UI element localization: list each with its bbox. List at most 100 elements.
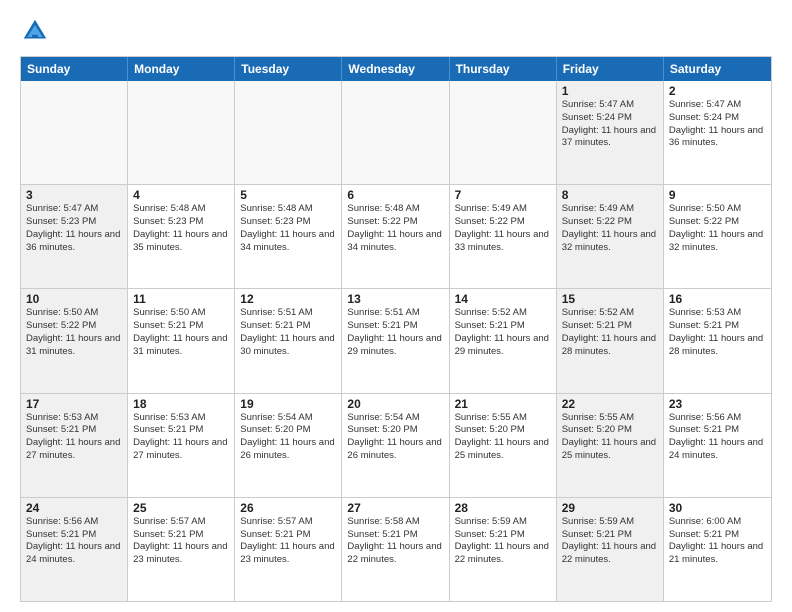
day-number: 30 <box>669 501 766 515</box>
day-number: 27 <box>347 501 443 515</box>
logo-icon <box>20 16 50 46</box>
calendar-cell: 15Sunrise: 5:52 AMSunset: 5:21 PMDayligh… <box>557 289 664 392</box>
calendar-cell: 6Sunrise: 5:48 AMSunset: 5:22 PMDaylight… <box>342 185 449 288</box>
weekday-header-wednesday: Wednesday <box>342 57 449 81</box>
calendar-week-4: 17 Sunrise: 5:53 AMSunset: 5:21 PMDayligh… <box>21 393 771 497</box>
day-number: 26 <box>240 501 336 515</box>
day-info: Sunrise: 5:56 AMSunset: 5:21 PMDaylight:… <box>26 516 122 567</box>
day-info: Sunrise: 5:48 AMSunset: 5:22 PMDaylight:… <box>347 203 443 254</box>
day-number: 22 <box>562 397 658 411</box>
calendar-cell: 13Sunrise: 5:51 AMSunset: 5:21 PMDayligh… <box>342 289 449 392</box>
day-info: Sunrise: 5:49 AMSunset: 5:22 PMDaylight:… <box>455 203 551 254</box>
day-info: Sunrise: 5:57 AMSunset: 5:21 PMDaylight:… <box>133 516 229 567</box>
calendar-cell: 23Sunrise: 5:56 AMSunset: 5:21 PMDayligh… <box>664 394 771 497</box>
calendar-cell: 28Sunrise: 5:59 AMSunset: 5:21 PMDayligh… <box>450 498 557 601</box>
calendar-cell: 2Sunrise: 5:47 AMSunset: 5:24 PMDaylight… <box>664 81 771 184</box>
calendar-cell: 17Sunrise: 5:53 AMSunset: 5:21 PMDayligh… <box>21 394 128 497</box>
calendar-cell: 14Sunrise: 5:52 AMSunset: 5:21 PMDayligh… <box>450 289 557 392</box>
day-number: 11 <box>133 292 229 306</box>
day-number: 13 <box>347 292 443 306</box>
weekday-header-saturday: Saturday <box>664 57 771 81</box>
day-number: 9 <box>669 188 766 202</box>
calendar-cell: 7Sunrise: 5:49 AMSunset: 5:22 PMDaylight… <box>450 185 557 288</box>
calendar-cell: 1Sunrise: 5:47 AMSunset: 5:24 PMDaylight… <box>557 81 664 184</box>
weekday-header-sunday: Sunday <box>21 57 128 81</box>
day-info: Sunrise: 5:56 AMSunset: 5:21 PMDaylight:… <box>669 412 766 463</box>
calendar-week-3: 10Sunrise: 5:50 AMSunset: 5:22 PMDayligh… <box>21 288 771 392</box>
day-info: Sunrise: 5:55 AMSunset: 5:20 PMDaylight:… <box>455 412 551 463</box>
day-number: 4 <box>133 188 229 202</box>
page: SundayMondayTuesdayWednesdayThursdayFrid… <box>0 0 792 612</box>
calendar-cell <box>342 81 449 184</box>
day-info: Sunrise: 5:59 AMSunset: 5:21 PMDaylight:… <box>455 516 551 567</box>
calendar-week-5: 24Sunrise: 5:56 AMSunset: 5:21 PMDayligh… <box>21 497 771 601</box>
day-info: Sunrise: 5:50 AMSunset: 5:22 PMDaylight:… <box>669 203 766 254</box>
calendar-cell <box>235 81 342 184</box>
calendar-cell: 21Sunrise: 5:55 AMSunset: 5:20 PMDayligh… <box>450 394 557 497</box>
day-number: 14 <box>455 292 551 306</box>
calendar-cell: 22Sunrise: 5:55 AMSunset: 5:20 PMDayligh… <box>557 394 664 497</box>
logo <box>20 16 54 46</box>
calendar-cell: 30Sunrise: 6:00 AMSunset: 5:21 PMDayligh… <box>664 498 771 601</box>
calendar-cell: 12Sunrise: 5:51 AMSunset: 5:21 PMDayligh… <box>235 289 342 392</box>
day-info: Sunrise: 5:55 AMSunset: 5:20 PMDaylight:… <box>562 412 658 463</box>
day-info: Sunrise: 5:49 AMSunset: 5:22 PMDaylight:… <box>562 203 658 254</box>
day-number: 5 <box>240 188 336 202</box>
calendar-cell <box>128 81 235 184</box>
calendar-cell <box>450 81 557 184</box>
calendar-cell: 3Sunrise: 5:47 AMSunset: 5:23 PMDaylight… <box>21 185 128 288</box>
day-number: 28 <box>455 501 551 515</box>
day-number: 23 <box>669 397 766 411</box>
weekday-header-friday: Friday <box>557 57 664 81</box>
day-number: 10 <box>26 292 122 306</box>
day-info: Sunrise: 5:53 AMSunset: 5:21 PMDaylight:… <box>669 307 766 358</box>
day-number: 1 <box>562 84 658 98</box>
calendar-cell: 9Sunrise: 5:50 AMSunset: 5:22 PMDaylight… <box>664 185 771 288</box>
day-info: Sunrise: 5:47 AMSunset: 5:23 PMDaylight:… <box>26 203 122 254</box>
day-info: Sunrise: 5:54 AMSunset: 5:20 PMDaylight:… <box>347 412 443 463</box>
day-number: 17 <box>26 397 122 411</box>
calendar-cell <box>21 81 128 184</box>
calendar-week-1: 1Sunrise: 5:47 AMSunset: 5:24 PMDaylight… <box>21 81 771 184</box>
calendar-cell: 26Sunrise: 5:57 AMSunset: 5:21 PMDayligh… <box>235 498 342 601</box>
calendar-cell: 4Sunrise: 5:48 AMSunset: 5:23 PMDaylight… <box>128 185 235 288</box>
calendar-cell: 11Sunrise: 5:50 AMSunset: 5:21 PMDayligh… <box>128 289 235 392</box>
day-info: Sunrise: 6:00 AMSunset: 5:21 PMDaylight:… <box>669 516 766 567</box>
day-info: Sunrise: 5:47 AMSunset: 5:24 PMDaylight:… <box>669 99 766 150</box>
day-number: 6 <box>347 188 443 202</box>
weekday-header-thursday: Thursday <box>450 57 557 81</box>
day-number: 21 <box>455 397 551 411</box>
day-info: Sunrise: 5:52 AMSunset: 5:21 PMDaylight:… <box>562 307 658 358</box>
calendar-cell: 20Sunrise: 5:54 AMSunset: 5:20 PMDayligh… <box>342 394 449 497</box>
weekday-header-tuesday: Tuesday <box>235 57 342 81</box>
calendar-cell: 16Sunrise: 5:53 AMSunset: 5:21 PMDayligh… <box>664 289 771 392</box>
day-number: 19 <box>240 397 336 411</box>
day-info: Sunrise: 5:51 AMSunset: 5:21 PMDaylight:… <box>347 307 443 358</box>
day-info: Sunrise: 5:57 AMSunset: 5:21 PMDaylight:… <box>240 516 336 567</box>
day-info: Sunrise: 5:59 AMSunset: 5:21 PMDaylight:… <box>562 516 658 567</box>
calendar-body: 1Sunrise: 5:47 AMSunset: 5:24 PMDaylight… <box>21 81 771 601</box>
weekday-header-monday: Monday <box>128 57 235 81</box>
calendar-cell: 5Sunrise: 5:48 AMSunset: 5:23 PMDaylight… <box>235 185 342 288</box>
calendar-cell: 24Sunrise: 5:56 AMSunset: 5:21 PMDayligh… <box>21 498 128 601</box>
day-number: 15 <box>562 292 658 306</box>
day-info: Sunrise: 5:53 AMSunset: 5:21 PMDaylight:… <box>133 412 229 463</box>
day-number: 20 <box>347 397 443 411</box>
day-info: Sunrise: 5:54 AMSunset: 5:20 PMDaylight:… <box>240 412 336 463</box>
calendar-header: SundayMondayTuesdayWednesdayThursdayFrid… <box>21 57 771 81</box>
day-info: Sunrise: 5:50 AMSunset: 5:21 PMDaylight:… <box>133 307 229 358</box>
day-info: Sunrise: 5:47 AMSunset: 5:24 PMDaylight:… <box>562 99 658 150</box>
day-number: 24 <box>26 501 122 515</box>
calendar-cell: 19Sunrise: 5:54 AMSunset: 5:20 PMDayligh… <box>235 394 342 497</box>
day-number: 8 <box>562 188 658 202</box>
header <box>20 16 772 46</box>
calendar-week-2: 3Sunrise: 5:47 AMSunset: 5:23 PMDaylight… <box>21 184 771 288</box>
day-info: Sunrise: 5:52 AMSunset: 5:21 PMDaylight:… <box>455 307 551 358</box>
calendar-cell: 8Sunrise: 5:49 AMSunset: 5:22 PMDaylight… <box>557 185 664 288</box>
day-info: Sunrise: 5:48 AMSunset: 5:23 PMDaylight:… <box>133 203 229 254</box>
day-info: Sunrise: 5:51 AMSunset: 5:21 PMDaylight:… <box>240 307 336 358</box>
day-number: 2 <box>669 84 766 98</box>
day-info: Sunrise: 5:50 AMSunset: 5:22 PMDaylight:… <box>26 307 122 358</box>
calendar-cell: 27Sunrise: 5:58 AMSunset: 5:21 PMDayligh… <box>342 498 449 601</box>
day-number: 18 <box>133 397 229 411</box>
